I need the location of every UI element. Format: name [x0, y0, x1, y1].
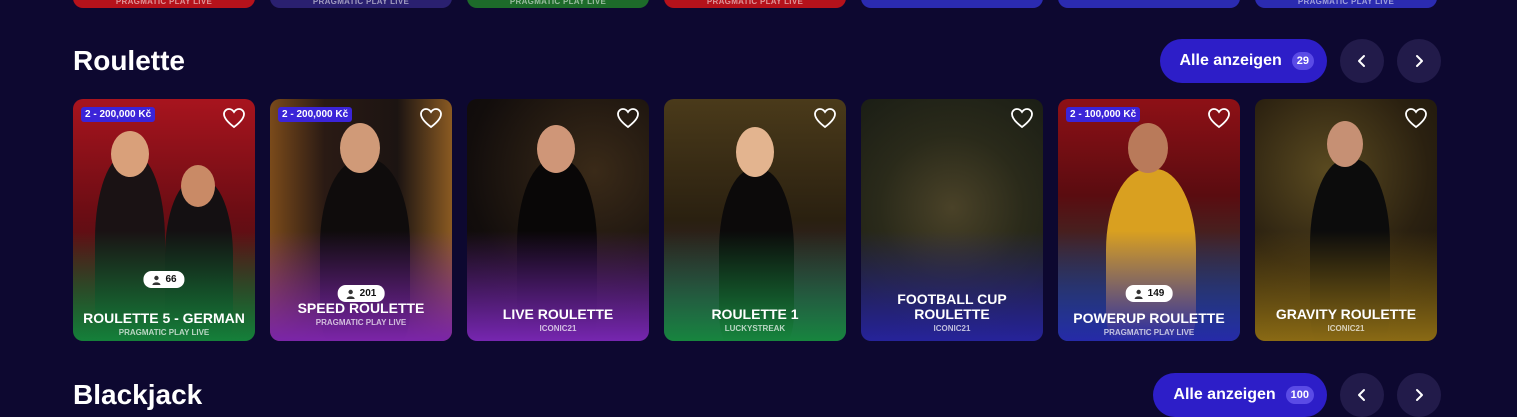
bet-range-badge: 2 - 200,000 Kč: [81, 107, 156, 122]
game-name: Gravity Roulette: [1275, 306, 1417, 322]
player-count-value: 66: [165, 274, 177, 285]
game-card-roulette-5-german[interactable]: 2 - 200,000 Kč 66 Roulette 5 - German PR…: [73, 99, 255, 341]
game-name: Powerup Roulette: [1073, 310, 1225, 326]
roulette-controls: Alle anzeigen 29: [1159, 39, 1441, 83]
card-info: Gravity Roulette ICONIC21: [1263, 306, 1429, 334]
show-all-button[interactable]: Alle anzeigen 100: [1153, 373, 1327, 417]
heart-icon[interactable]: [1207, 107, 1231, 129]
count-badge: 29: [1291, 52, 1314, 70]
heart-icon[interactable]: [1404, 107, 1428, 129]
game-card-speed-roulette[interactable]: 2 - 200,000 Kč 201 Speed Roulette PRAGMA…: [270, 99, 452, 341]
game-provider: PRAGMATIC PLAY LIVE: [315, 318, 407, 327]
bet-range-badge: 2 - 100,000 Kč: [1066, 107, 1141, 122]
game-card-powerup-roulette[interactable]: 2 - 100,000 Kč 149 Powerup Roulette PRAG…: [1058, 99, 1240, 341]
top-card-7[interactable]: PRAGMATIC PLAY LIVE: [1255, 0, 1437, 8]
chevron-left-icon: [1358, 55, 1365, 67]
game-card-live-roulette[interactable]: Live Roulette ICONIC21: [467, 99, 649, 341]
heart-icon[interactable]: [1010, 107, 1034, 129]
user-icon: [152, 275, 161, 285]
top-card-6[interactable]: [1058, 0, 1240, 8]
game-name: Football Cup Roulette: [897, 291, 1007, 322]
section-title-roulette: Roulette: [73, 45, 185, 76]
game-name: Speed Roulette: [297, 300, 425, 316]
card-info: Speed Roulette PRAGMATIC PLAY LIVE: [278, 300, 444, 328]
card-info: Live Roulette ICONIC21: [475, 306, 641, 334]
card-info: Roulette 1 LUCKYSTREAK: [672, 306, 838, 334]
player-count: 149: [1125, 285, 1173, 302]
user-icon: [1134, 289, 1143, 299]
game-provider: PRAGMATIC PLAY LIVE: [118, 328, 210, 337]
prev-button[interactable]: [1340, 373, 1384, 417]
card-info: Powerup Roulette PRAGMATIC PLAY LIVE: [1066, 310, 1232, 338]
top-card-5[interactable]: [861, 0, 1043, 8]
previous-row: PRAGMATIC PLAY LIVE PRAGMATIC PLAY LIVE …: [73, 0, 1437, 8]
section-title-blackjack: Blackjack: [73, 379, 203, 410]
card-info: Roulette 5 - German PRAGMATIC PLAY LIVE: [81, 310, 247, 338]
game-name: Roulette 1: [711, 306, 799, 322]
game-provider: PRAGMATIC PLAY LIVE: [1103, 328, 1195, 337]
top-card-2[interactable]: PRAGMATIC PLAY LIVE: [270, 0, 452, 8]
player-count-value: 201: [359, 288, 377, 299]
user-icon: [346, 289, 355, 299]
heart-icon[interactable]: [419, 107, 443, 129]
game-card-roulette-1[interactable]: Roulette 1 LUCKYSTREAK: [664, 99, 846, 341]
chevron-right-icon: [1416, 389, 1423, 401]
show-all-label: Alle anzeigen: [1173, 386, 1276, 403]
top-card-4[interactable]: PRAGMATIC PLAY LIVE: [664, 0, 846, 8]
game-provider: ICONIC21: [539, 324, 577, 333]
card-info: Football Cup Roulette ICONIC21: [869, 291, 1035, 334]
game-provider: ICONIC21: [1327, 324, 1365, 333]
blackjack-header: Blackjack Alle anzeigen 100: [73, 373, 1441, 417]
game-name: Live Roulette: [502, 306, 614, 322]
heart-icon[interactable]: [813, 107, 837, 129]
game-name: Roulette 5 - German: [83, 310, 245, 326]
next-button[interactable]: [1397, 373, 1441, 417]
prev-button[interactable]: [1340, 39, 1384, 83]
count-badge: 100: [1285, 386, 1314, 404]
blackjack-controls: Alle anzeigen 100: [1153, 373, 1441, 417]
show-all-button[interactable]: Alle anzeigen 29: [1159, 39, 1327, 83]
chevron-right-icon: [1416, 55, 1423, 67]
game-provider: ICONIC21: [933, 324, 971, 333]
chevron-left-icon: [1358, 389, 1365, 401]
roulette-header: Roulette Alle anzeigen 29: [73, 39, 1441, 83]
game-card-gravity-roulette[interactable]: Gravity Roulette ICONIC21: [1255, 99, 1437, 341]
bet-range-badge: 2 - 200,000 Kč: [278, 107, 353, 122]
player-count-value: 149: [1147, 288, 1165, 299]
heart-icon[interactable]: [222, 107, 246, 129]
roulette-carousel: 2 - 200,000 Kč 66 Roulette 5 - German PR…: [73, 99, 1437, 341]
game-card-football-cup-roulette[interactable]: Football Cup Roulette ICONIC21: [861, 99, 1043, 341]
player-count: 66: [143, 271, 185, 288]
top-card-1[interactable]: PRAGMATIC PLAY LIVE: [73, 0, 255, 8]
top-card-3[interactable]: PRAGMATIC PLAY LIVE: [467, 0, 649, 8]
show-all-label: Alle anzeigen: [1179, 52, 1282, 69]
game-provider: LUCKYSTREAK: [724, 324, 786, 333]
next-button[interactable]: [1397, 39, 1441, 83]
heart-icon[interactable]: [616, 107, 640, 129]
